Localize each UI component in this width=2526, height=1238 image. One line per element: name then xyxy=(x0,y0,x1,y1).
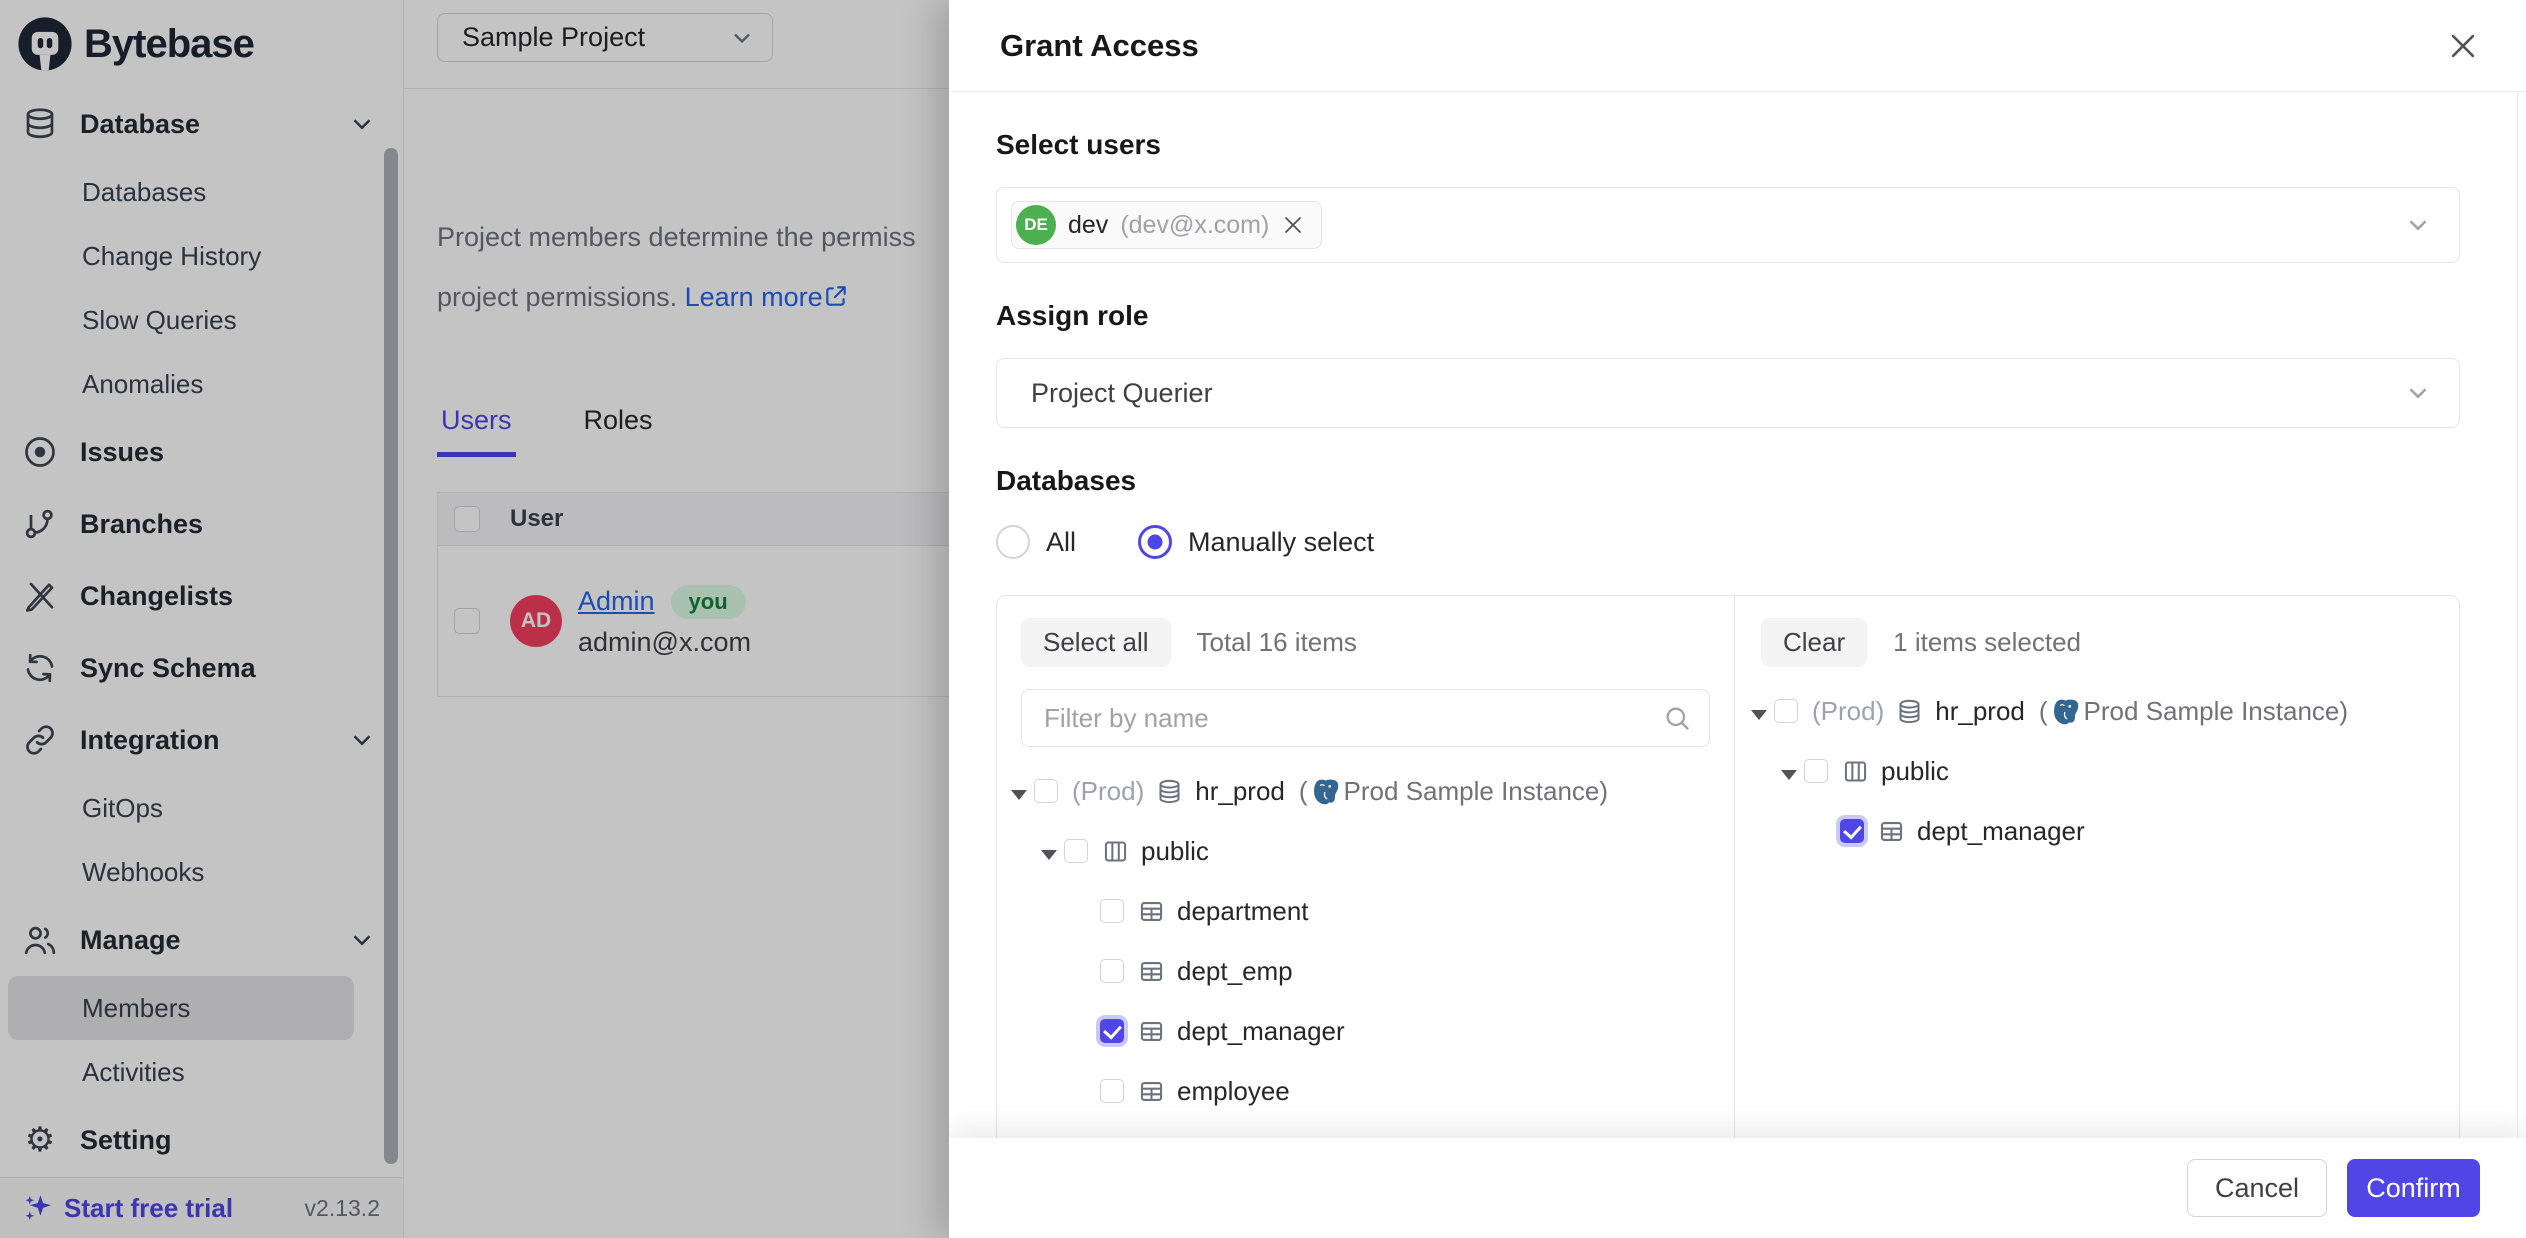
table-icon xyxy=(1138,1018,1165,1045)
tree-row-schema[interactable]: public xyxy=(1011,821,1710,881)
chevron-down-icon xyxy=(2403,210,2433,240)
checkbox[interactable] xyxy=(1100,1079,1124,1103)
postgresql-icon xyxy=(2052,697,2080,725)
database-icon xyxy=(1156,778,1183,805)
checkbox[interactable] xyxy=(1064,839,1088,863)
tree-row-table[interactable]: dept_emp xyxy=(1011,941,1710,1001)
confirm-button[interactable]: Confirm xyxy=(2347,1159,2480,1217)
tree-row-table-selected[interactable]: dept_manager xyxy=(1011,1001,1710,1061)
screen: Bytebase Database Databases Change Histo… xyxy=(0,0,2526,1238)
modal-scrollbar[interactable] xyxy=(2517,92,2526,1238)
clear-button[interactable]: Clear xyxy=(1761,618,1867,667)
grant-access-modal: Grant Access Select users DE dev (dev@x.… xyxy=(949,0,2526,1238)
tree-row-table[interactable]: employee xyxy=(1011,1061,1710,1121)
table-icon xyxy=(1138,898,1165,925)
databases-label: Databases xyxy=(996,465,2460,499)
modal-footer: Cancel Confirm xyxy=(949,1138,2526,1238)
schema-icon xyxy=(1842,758,1869,785)
caret-down-icon[interactable] xyxy=(1751,696,1774,727)
table-icon xyxy=(1138,958,1165,985)
caret-down-icon[interactable] xyxy=(1781,756,1804,787)
selected-tree: (Prod) hr_prod ( Prod Sample Instance) xyxy=(1751,681,2435,861)
database-scope-radios: All Manually select xyxy=(996,525,2460,559)
selected-user-chip[interactable]: DE dev (dev@x.com) xyxy=(1011,201,1322,249)
caret-spacer xyxy=(1077,1016,1100,1047)
modal-title: Grant Access xyxy=(1000,28,1199,64)
selected-count-label: 1 items selected xyxy=(1893,627,2081,658)
select-all-button[interactable]: Select all xyxy=(1021,618,1171,667)
avatar: DE xyxy=(1016,205,1056,245)
radio-circle-selected[interactable] xyxy=(1138,525,1172,559)
caret-spacer xyxy=(1077,896,1100,927)
remove-user-icon[interactable] xyxy=(1281,213,1305,237)
caret-spacer xyxy=(1077,956,1100,987)
close-icon[interactable] xyxy=(2446,29,2480,63)
caret-spacer xyxy=(1077,1076,1100,1107)
total-items-label: Total 16 items xyxy=(1197,627,1357,658)
radio-circle[interactable] xyxy=(996,525,1030,559)
assign-role-label: Assign role xyxy=(996,300,2460,334)
radio-all[interactable]: All xyxy=(996,525,1076,559)
caret-down-icon[interactable] xyxy=(1011,776,1034,807)
database-icon xyxy=(1896,698,1923,725)
tree-row-instance[interactable]: (Prod) hr_prod ( Prod Sample Instance) xyxy=(1751,681,2435,741)
radio-manually-select[interactable]: Manually select xyxy=(1138,525,1374,559)
search-icon xyxy=(1663,704,1691,732)
table-icon xyxy=(1878,818,1905,845)
caret-spacer xyxy=(1817,816,1840,847)
checkbox-checked[interactable] xyxy=(1100,1019,1124,1043)
tree-row-table[interactable]: department xyxy=(1011,881,1710,941)
role-select[interactable]: Project Querier xyxy=(996,358,2460,428)
chevron-down-icon xyxy=(2403,378,2433,408)
modal-header: Grant Access xyxy=(949,0,2526,92)
select-users-input[interactable]: DE dev (dev@x.com) xyxy=(996,187,2460,263)
cancel-button[interactable]: Cancel xyxy=(2187,1159,2327,1217)
modal-body: Select users DE dev (dev@x.com) Assign r… xyxy=(949,92,2517,1238)
checkbox[interactable] xyxy=(1034,779,1058,803)
tree-row-schema[interactable]: public xyxy=(1751,741,2435,801)
tree-row-instance[interactable]: (Prod) hr_prod ( Prod Sample Instance) xyxy=(1011,761,1710,821)
postgresql-icon xyxy=(1312,777,1340,805)
table-icon xyxy=(1138,1078,1165,1105)
checkbox[interactable] xyxy=(1774,699,1798,723)
checkbox[interactable] xyxy=(1804,759,1828,783)
checkbox[interactable] xyxy=(1100,899,1124,923)
select-users-label: Select users xyxy=(996,129,2460,163)
filter-input[interactable] xyxy=(1026,703,1663,734)
filter-input-wrap xyxy=(1021,689,1710,747)
schema-icon xyxy=(1102,838,1129,865)
source-tree: (Prod) hr_prod ( Prod Sample Instance) xyxy=(1011,761,1710,1121)
checkbox-checked[interactable] xyxy=(1840,819,1864,843)
tree-row-table-selected[interactable]: dept_manager xyxy=(1751,801,2435,861)
checkbox[interactable] xyxy=(1100,959,1124,983)
caret-down-icon[interactable] xyxy=(1041,836,1064,867)
